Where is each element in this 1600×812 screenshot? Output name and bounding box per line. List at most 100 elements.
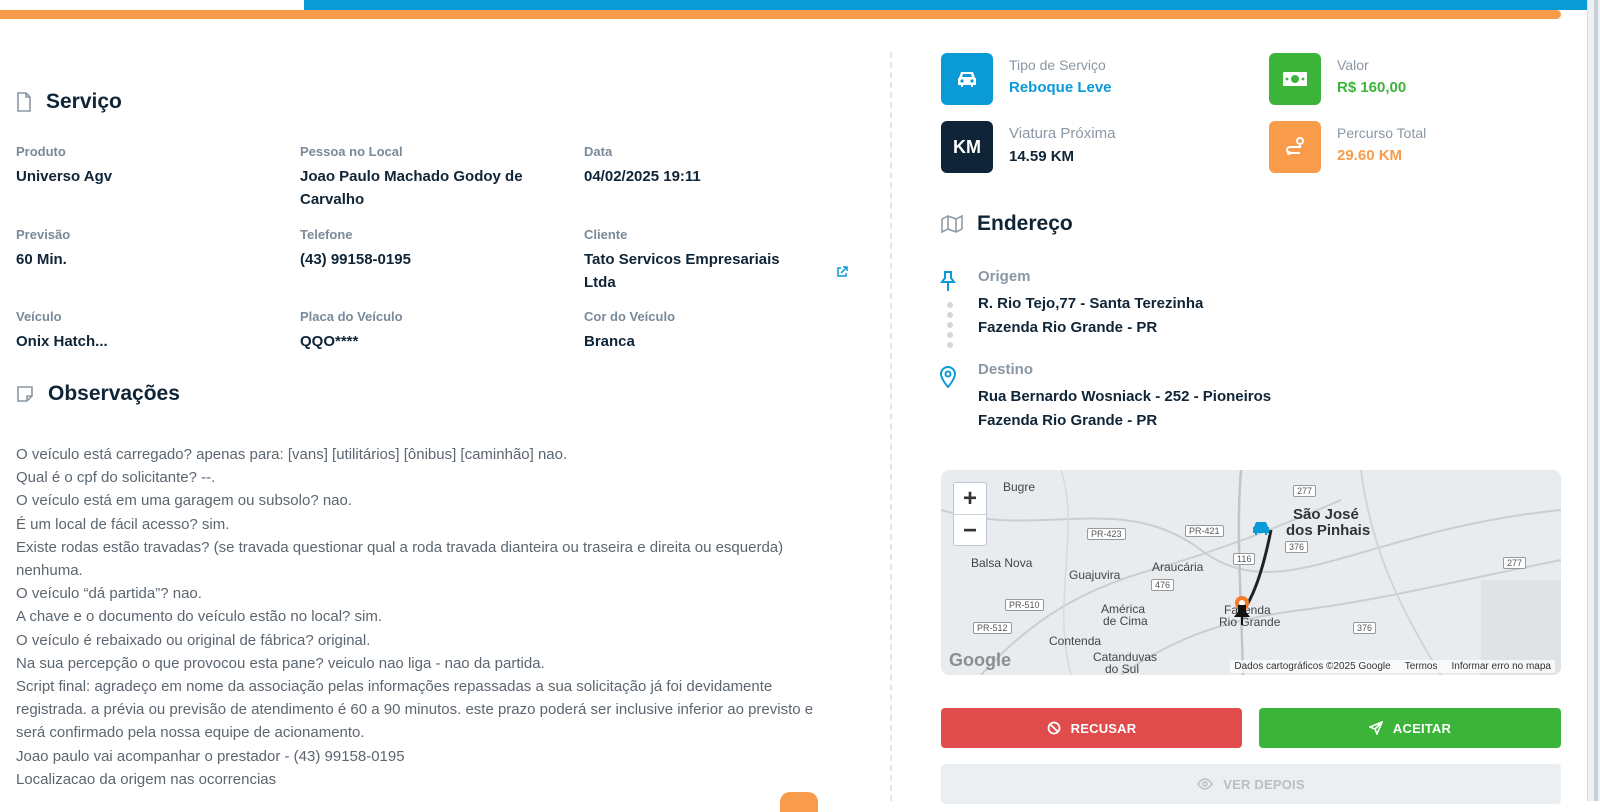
map-attribution: Dados cartográficos ©2025 Google	[1234, 661, 1391, 672]
road-shield: 376	[1285, 541, 1309, 553]
field-value: (43) 99158-0195	[300, 251, 411, 268]
recusar-button[interactable]: RECUSAR	[941, 708, 1242, 748]
car-icon	[941, 53, 993, 105]
zoom-out-button[interactable]: −	[954, 514, 986, 546]
field-cliente: Cliente Tato Servicos Empresariais Ltda	[584, 227, 809, 294]
document-icon	[17, 92, 31, 112]
field-label: Pessoa no Local	[300, 144, 403, 159]
scrollbar[interactable]	[1587, 0, 1600, 801]
obs-line: O veículo “dá partida”? nao.	[16, 585, 202, 603]
stat-percurso: Percurso Total 29.60 KM	[1269, 121, 1426, 173]
map-terms-link[interactable]: Termos	[1405, 661, 1438, 672]
route-dots	[947, 302, 953, 352]
map-label: Contenda	[1049, 634, 1102, 648]
column-divider	[890, 52, 892, 801]
external-link-icon[interactable]	[836, 265, 848, 283]
observacoes-header: Observações	[16, 382, 180, 406]
top-progress-blue	[304, 0, 1600, 10]
route-icon	[1269, 121, 1321, 173]
field-data: Data 04/02/2025 19:11	[584, 144, 854, 188]
destino-label: Destino	[978, 361, 1034, 378]
money-icon	[1269, 53, 1321, 105]
field-value: Joao Paulo Machado Godoy de Carvalho	[300, 168, 523, 208]
obs-line: Na sua percepção o que provocou esta pan…	[16, 654, 545, 672]
map-roads	[941, 470, 1561, 675]
map-report-link[interactable]: Informar erro no mapa	[1452, 661, 1552, 672]
eye-icon	[1197, 778, 1214, 790]
field-telefone: Telefone (43) 99158-0195	[300, 227, 570, 271]
map-label: Guajuvira	[1069, 568, 1121, 582]
field-label: Cor do Veículo	[584, 309, 676, 324]
field-label: Veículo	[16, 309, 62, 324]
stat-label: Percurso Total	[1337, 125, 1427, 141]
obs-line: A chave e o documento do veículo estão n…	[16, 608, 383, 626]
field-value: Branca	[584, 333, 635, 350]
note-icon	[17, 386, 33, 402]
field-placa: Placa do Veículo QQO****	[300, 309, 570, 353]
field-veiculo: Veículo Onix Hatch...	[16, 309, 286, 353]
stat-label: Viatura Próxima	[1009, 125, 1116, 142]
road-shield: 376	[1353, 622, 1377, 634]
obs-line: Script final: agradeço em nome da associ…	[16, 678, 814, 742]
stat-value: Reboque Leve	[1009, 79, 1112, 96]
road-shield: 476	[1151, 579, 1175, 591]
stat-valor: Valor R$ 160,00	[1269, 53, 1406, 105]
field-label: Placa do Veículo	[300, 309, 403, 324]
map-label: de Cima	[1103, 614, 1148, 628]
field-label: Previsão	[16, 227, 71, 242]
origem-label: Origem	[978, 268, 1031, 285]
field-value: 04/02/2025 19:11	[584, 168, 701, 185]
km-icon: KM	[941, 121, 993, 173]
obs-line: Existe rodas estão travadas? (se travada…	[16, 538, 784, 580]
road-shield: 116	[1233, 553, 1256, 565]
endereco-header: Endereço	[941, 212, 1073, 236]
chat-bubble-button[interactable]	[780, 792, 818, 812]
field-value: Tato Servicos Empresariais Ltda	[584, 251, 780, 291]
aceitar-label: ACEITAR	[1392, 720, 1452, 736]
map-label: Araucária	[1152, 560, 1204, 574]
road-shield: PR-421	[1185, 525, 1224, 537]
field-value: Onix Hatch...	[16, 333, 108, 350]
destino-block: Destino Rua Bernardo Wosniack - 252 - Pi…	[978, 361, 1271, 432]
obs-line: O veículo está em uma garagem ou subsolo…	[16, 492, 353, 510]
map-footer: Dados cartográficos ©2025 Google Termos …	[1230, 660, 1555, 673]
destination-marker-icon	[1234, 605, 1250, 625]
observacoes-title: Observações	[48, 382, 180, 405]
field-label: Data	[584, 144, 613, 159]
obs-line: Qual é o cpf do solicitante? --.	[16, 469, 216, 487]
map-label: Balsa Nova	[971, 556, 1033, 570]
top-progress-orange	[0, 10, 1561, 19]
recusar-label: RECUSAR	[1070, 720, 1137, 736]
field-value: 60 Min.	[16, 251, 67, 268]
stat-label: Tipo de Serviço	[1009, 57, 1106, 73]
field-previsao: Previsão 60 Min.	[16, 227, 286, 271]
zoom-in-button[interactable]: +	[954, 483, 986, 514]
origem-block: Origem R. Rio Tejo,77 - Santa Terezinha …	[978, 268, 1203, 339]
route-map[interactable]: + − Bugre São José dos Pinhais Balsa Nov…	[941, 470, 1561, 675]
map-label: São José	[1293, 506, 1359, 523]
field-value: QQO****	[300, 333, 359, 350]
stat-value: 14.59 KM	[1009, 148, 1075, 165]
google-logo: Google	[949, 650, 1011, 670]
obs-line: Joao paulo vai acompanhar o prestador - …	[16, 747, 405, 765]
stat-viatura: KM Viatura Próxima 14.59 KM	[941, 121, 1115, 173]
stat-label: Valor	[1337, 57, 1369, 73]
road-shield: 277	[1503, 557, 1527, 569]
endereco-title: Endereço	[977, 212, 1073, 235]
field-value: Universo Agv	[16, 168, 113, 185]
ver-depois-button[interactable]: VER DEPOIS	[941, 764, 1561, 804]
field-label: Cliente	[584, 227, 628, 242]
field-produto: Produto Universo Agv	[16, 144, 286, 188]
aceitar-button[interactable]: ACEITAR	[1259, 708, 1561, 748]
location-pin-icon	[939, 366, 957, 388]
destino-line: Fazenda Rio Grande - PR	[978, 411, 1158, 429]
road-shield: PR-512	[973, 622, 1012, 634]
block-icon	[1047, 721, 1061, 735]
obs-line: Localizacao da origem nas ocorrencias	[16, 770, 277, 788]
road-shield: PR-510	[1005, 599, 1044, 611]
map-label: Bugre	[1003, 480, 1036, 494]
obs-line: É um local de fácil acesso? sim.	[16, 515, 230, 533]
servico-header: Serviço	[16, 90, 122, 114]
map-icon	[941, 214, 963, 234]
field-cor: Cor do Veículo Branca	[584, 309, 854, 353]
